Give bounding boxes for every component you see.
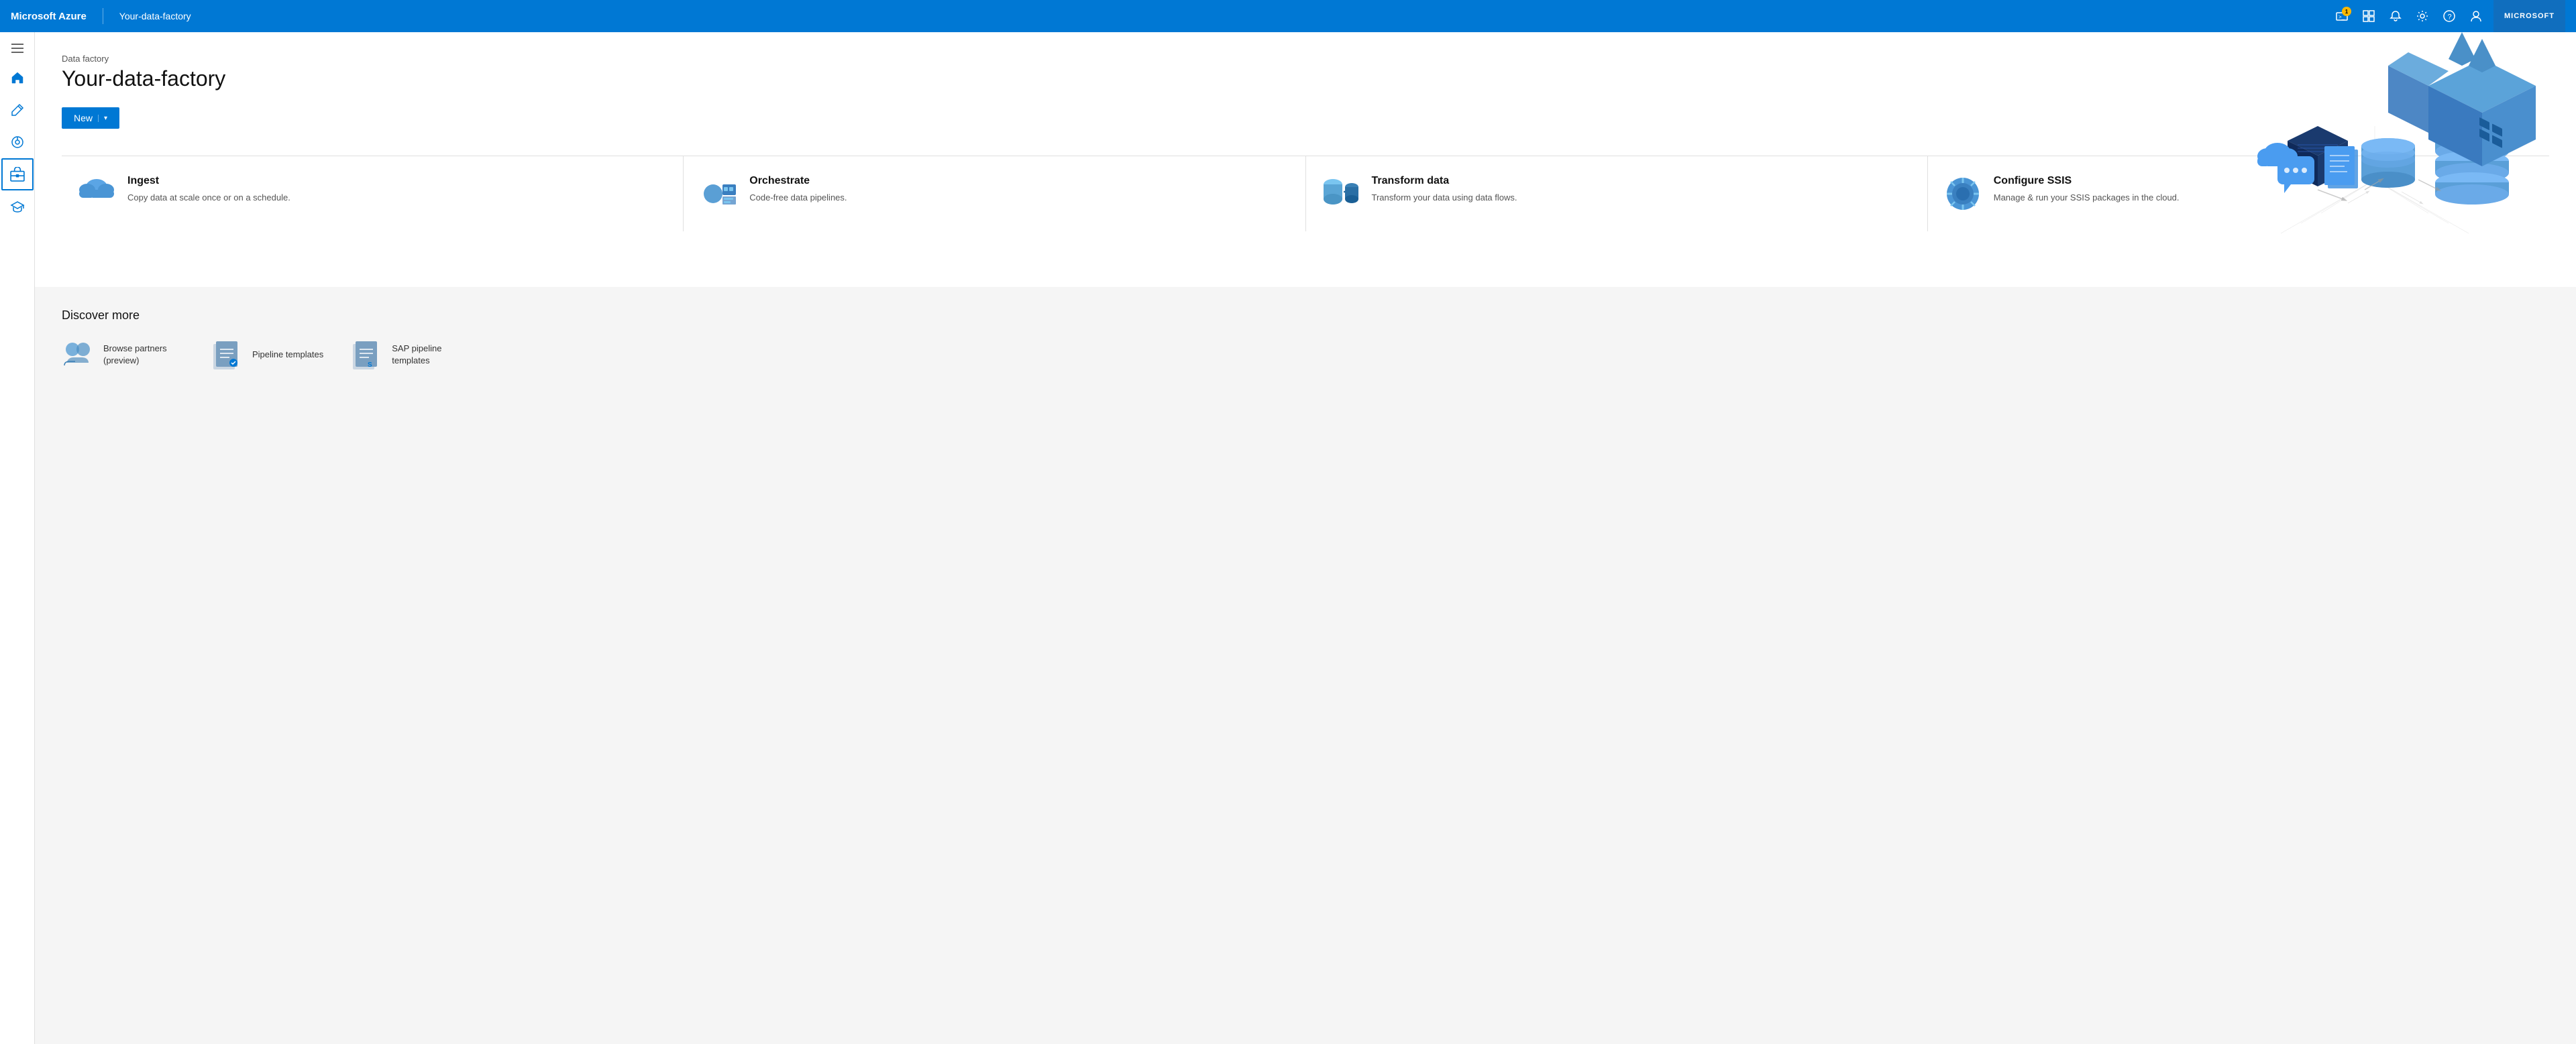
ssis-icon [1944,175,1982,213]
new-button-label: New [74,113,93,123]
learn-icon [10,199,25,214]
orchestrate-text: Orchestrate Code-free data pipelines. [749,175,847,205]
ssis-text: Configure SSIS Manage & run your SSIS pa… [1994,175,2180,205]
database-cylinder [2361,138,2415,188]
pipeline-templates-icon [211,339,243,371]
pipeline-templates-label: Pipeline templates [252,349,323,361]
sap-pipeline-icon: S [350,339,382,371]
author-icon [10,103,25,117]
transform-title: Transform data [1372,175,1517,187]
sidebar-item-monitor[interactable] [1,126,34,158]
svg-text:S: S [368,361,372,369]
hero-title: Your-data-factory [62,66,2549,91]
resource-name: Your-data-factory [119,11,191,21]
discover-item-sap-templates[interactable]: S SAP pipeline templates [350,339,472,371]
feature-cards: Ingest Copy data at scale once or on a s… [62,156,2549,231]
cloud-shell-badge: 1 [2342,7,2351,16]
orchestrate-desc: Code-free data pipelines. [749,191,847,205]
sidebar-item-learn[interactable] [1,190,34,223]
transform-desc: Transform your data using data flows. [1372,191,1517,205]
main-content: Data factory Your-data-factory New ▾ [35,32,2576,1044]
feature-card-orchestrate[interactable]: Orchestrate Code-free data pipelines. [684,156,1305,231]
hamburger-icon [11,44,23,53]
user-icon [2470,10,2482,22]
sidebar-item-home[interactable] [1,62,34,94]
settings-icon [2416,10,2428,22]
help-button[interactable]: ? [2437,4,2461,28]
pages-icon [2324,146,2358,188]
svg-text:?: ? [2448,13,2452,21]
brand-section: Microsoft Azure Your-data-factory [11,8,191,24]
monitor-icon [10,135,25,150]
ssis-desc: Manage & run your SSIS packages in the c… [1994,191,2180,205]
orchestrate-icon [700,175,737,213]
discover-section: Discover more Browse partners (preview) [35,287,2576,392]
hero-section: Data factory Your-data-factory New ▾ [35,32,2576,287]
directory-icon [2363,10,2375,22]
sap-templates-label: SAP pipeline templates [392,343,472,367]
discover-items: Browse partners (preview) Pipeline templ… [62,339,2549,371]
isometric-diagram-svg [2200,46,2549,260]
user-button[interactable] [2464,4,2488,28]
top-nav: Microsoft Azure Your-data-factory >_ 1 [0,0,2576,32]
chevron-down-icon: ▾ [98,115,107,122]
home-icon [10,70,25,85]
sidebar-item-author[interactable] [1,94,34,126]
ingest-title: Ingest [127,175,290,187]
account-button[interactable]: MICROSOFT [2493,0,2565,32]
browse-partners-label: Browse partners (preview) [103,343,184,367]
transform-icon [1322,175,1360,213]
ingest-desc: Copy data at scale once or on a schedule… [127,191,290,205]
sidebar-item-manage[interactable] [1,158,34,190]
cloud-shell-button[interactable]: >_ 1 [2330,4,2354,28]
feature-card-transform[interactable]: Transform data Transform your data using… [1306,156,1927,231]
ingest-icon [78,175,115,213]
discover-title: Discover more [62,308,2549,323]
settings-button[interactable] [2410,4,2434,28]
hero-subtitle: Data factory [62,54,2549,64]
sidebar [0,32,35,1044]
bell-icon [2390,10,2402,22]
sidebar-toggle[interactable] [1,38,34,59]
azure-logo: Microsoft Azure [11,11,87,22]
hero-illustration [2200,46,2549,274]
help-icon: ? [2443,10,2455,22]
nav-actions: >_ 1 ? [2330,4,2488,28]
discover-item-pipeline-templates[interactable]: Pipeline templates [211,339,323,371]
directory-button[interactable] [2357,4,2381,28]
ingest-text: Ingest Copy data at scale once or on a s… [127,175,290,205]
ssis-title: Configure SSIS [1994,175,2180,187]
new-button[interactable]: New ▾ [62,107,119,129]
notifications-button[interactable] [2383,4,2408,28]
transform-text: Transform data Transform your data using… [1372,175,1517,205]
discover-item-browse-partners[interactable]: Browse partners (preview) [62,339,184,371]
orchestrate-title: Orchestrate [749,175,847,187]
browse-partners-icon [62,339,94,371]
feature-card-ingest[interactable]: Ingest Copy data at scale once or on a s… [62,156,683,231]
manage-icon [10,167,25,182]
